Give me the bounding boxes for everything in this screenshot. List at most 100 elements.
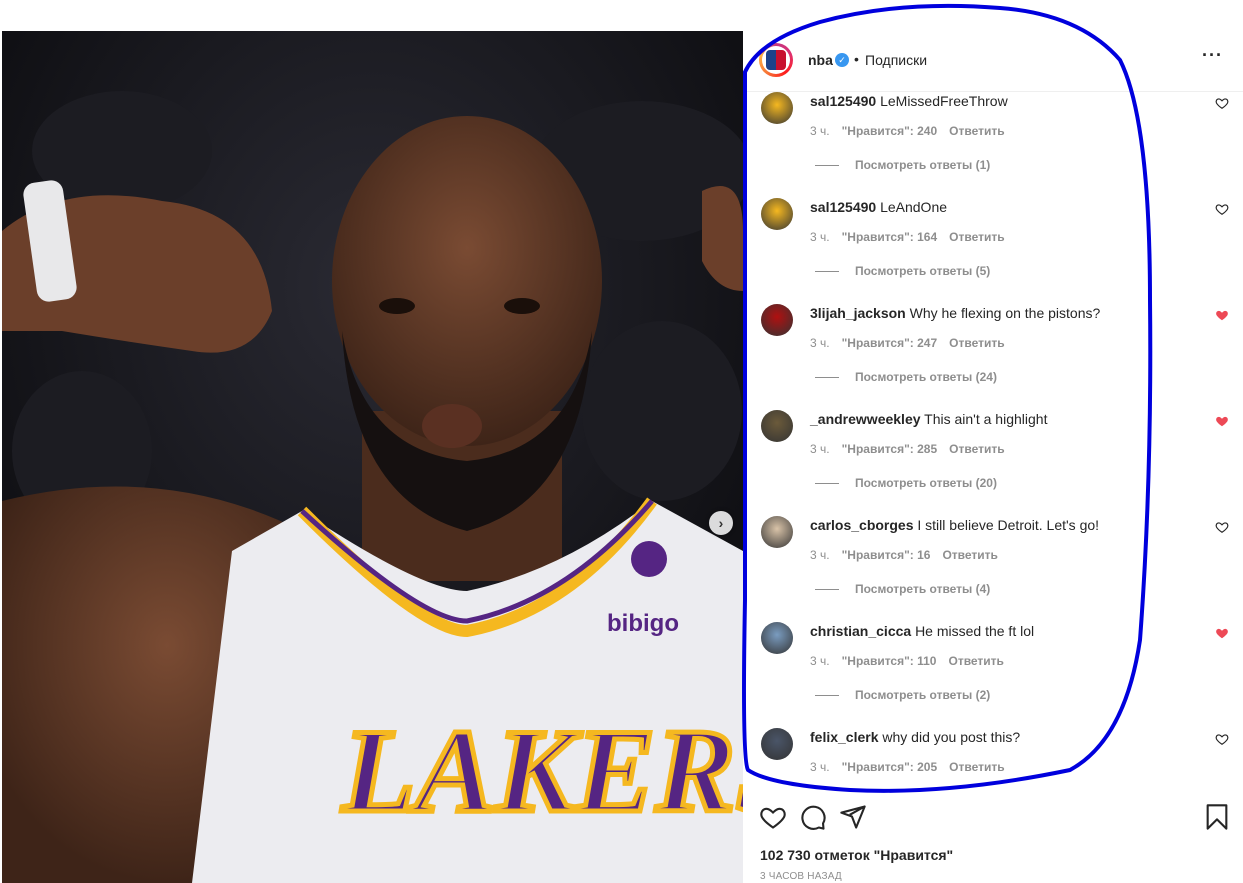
comment-body: This ain't a highlight — [924, 411, 1048, 427]
comment-text: _andrewweekley This ain't a highlight — [810, 410, 1047, 428]
comment-meta: 3 ч. "Нравится": 240 Ответить — [810, 124, 1017, 138]
follow-status-button[interactable]: Подписки — [865, 52, 927, 68]
action-bar — [743, 803, 1243, 843]
bookmark-icon[interactable] — [1203, 803, 1231, 831]
view-replies-label: Посмотреть ответы (5) — [855, 264, 991, 278]
reply-button[interactable]: Ответить — [949, 124, 1004, 138]
replies-line — [815, 695, 839, 697]
heart-icon[interactable] — [759, 803, 787, 831]
comment-likes[interactable]: "Нравится": 240 — [842, 124, 938, 138]
comments-list[interactable]: sal125490 LeMissedFreeThrow 3 ч. "Нравится… — [743, 92, 1243, 804]
comment-likes[interactable]: "Нравится": 205 — [842, 760, 938, 774]
avatar[interactable] — [761, 728, 793, 760]
comment-time: 3 ч. — [810, 336, 830, 350]
jersey-sponsor: bibigo — [607, 610, 679, 637]
share-icon[interactable] — [839, 803, 867, 831]
comment-username[interactable]: sal125490 — [810, 199, 876, 215]
comment-username[interactable]: 3lijah_jackson — [810, 305, 906, 321]
comment-meta: 3 ч. "Нравится": 164 Ответить — [810, 230, 1017, 244]
reply-button[interactable]: Ответить — [949, 760, 1004, 774]
comment-username[interactable]: sal125490 — [810, 93, 876, 109]
comment-body: why did you post this? — [882, 729, 1021, 745]
heart-icon[interactable] — [1215, 96, 1229, 110]
comment-body: LeMissedFreeThrow — [880, 93, 1008, 109]
replies-line — [815, 377, 839, 379]
reply-button[interactable]: Ответить — [949, 336, 1004, 350]
view-replies-label: Посмотреть ответы (2) — [855, 688, 991, 702]
comment-icon[interactable] — [799, 803, 827, 831]
reply-button[interactable]: Ответить — [949, 442, 1004, 456]
view-replies-button[interactable]: Посмотреть ответы (4) — [815, 582, 990, 596]
comment-time: 3 ч. — [810, 548, 830, 562]
view-replies-label: Посмотреть ответы (20) — [855, 476, 997, 490]
heart-icon[interactable] — [1215, 308, 1229, 322]
comment-meta: 3 ч. "Нравится": 205 Ответить — [810, 760, 1017, 774]
reply-button[interactable]: Ответить — [948, 654, 1003, 668]
heart-icon[interactable] — [1215, 202, 1229, 216]
replies-line — [815, 271, 839, 273]
comment-username[interactable]: carlos_cborges — [810, 517, 914, 533]
comment-meta: 3 ч. "Нравится": 16 Ответить — [810, 548, 1010, 562]
heart-icon[interactable] — [1215, 520, 1229, 534]
comment-likes[interactable]: "Нравится": 164 — [842, 230, 938, 244]
post-time: 3 часов назад — [760, 871, 842, 882]
comment-likes[interactable]: "Нравится": 285 — [842, 442, 938, 456]
comment-text: 3lijah_jackson Why he flexing on the pis… — [810, 304, 1100, 322]
comment-text: sal125490 LeMissedFreeThrow — [810, 92, 1008, 110]
account-name[interactable]: nba — [808, 52, 833, 68]
post-photo: bibigo LAKERS › — [2, 31, 743, 883]
replies-line — [815, 483, 839, 485]
heart-icon[interactable] — [1215, 626, 1229, 640]
comment-time: 3 ч. — [810, 230, 830, 244]
comment-meta: 3 ч. "Нравится": 110 Ответить — [810, 654, 1016, 668]
heart-icon[interactable] — [1215, 732, 1229, 746]
comment-item: felix_clerk why did you post this? 3 ч. "Н… — [743, 728, 1243, 804]
post-header: nba ✓ • Подписки ··· — [743, 31, 1243, 92]
comment-meta: 3 ч. "Нравится": 285 Ответить — [810, 442, 1017, 456]
comment-meta: 3 ч. "Нравится": 247 Ответить — [810, 336, 1017, 350]
avatar[interactable] — [761, 304, 793, 336]
comment-text: felix_clerk why did you post this? — [810, 728, 1020, 746]
more-icon[interactable]: ··· — [1202, 45, 1223, 66]
heart-icon[interactable] — [1215, 414, 1229, 428]
comment-username[interactable]: _andrewweekley — [810, 411, 921, 427]
comment-item: _andrewweekley This ain't a highlight 3 ч… — [743, 410, 1243, 516]
chevron-right-icon[interactable]: › — [709, 511, 733, 535]
comment-body: I still believe Detroit. Let's go! — [917, 517, 1100, 533]
avatar[interactable] — [761, 198, 793, 230]
separator-dot: • — [854, 51, 859, 67]
avatar[interactable] — [761, 516, 793, 548]
view-replies-button[interactable]: Посмотреть ответы (20) — [815, 476, 997, 490]
comment-body: LeAndOne — [880, 199, 948, 215]
view-replies-button[interactable]: Посмотреть ответы (24) — [815, 370, 997, 384]
view-replies-button[interactable]: Посмотреть ответы (1) — [815, 158, 990, 172]
reply-button[interactable]: Ответить — [942, 548, 997, 562]
jersey-lettering: LAKERS — [341, 704, 743, 837]
view-replies-label: Посмотреть ответы (4) — [855, 582, 991, 596]
nba-logo-icon — [766, 50, 786, 70]
comment-username[interactable]: christian_cicca — [810, 623, 911, 639]
view-replies-button[interactable]: Посмотреть ответы (2) — [815, 688, 990, 702]
avatar[interactable] — [761, 92, 793, 124]
comment-text: sal125490 LeAndOne — [810, 198, 947, 216]
verified-icon: ✓ — [835, 53, 849, 67]
view-replies-button[interactable]: Посмотреть ответы (5) — [815, 264, 990, 278]
avatar[interactable] — [759, 43, 793, 77]
comment-body: He missed the ft lol — [915, 623, 1035, 639]
comment-likes[interactable]: "Нравится": 110 — [842, 654, 937, 668]
comment-username[interactable]: felix_clerk — [810, 729, 879, 745]
reply-button[interactable]: Ответить — [949, 230, 1004, 244]
comment-likes[interactable]: "Нравится": 16 — [842, 548, 931, 562]
view-replies-label: Посмотреть ответы (1) — [855, 158, 991, 172]
comment-item: 3lijah_jackson Why he flexing on the pis… — [743, 304, 1243, 410]
comment-body: Why he flexing on the pistons? — [909, 305, 1101, 321]
avatar[interactable] — [761, 410, 793, 442]
comment-time: 3 ч. — [810, 442, 830, 456]
comment-item: sal125490 LeAndOne 3 ч. "Нравится": 164 Отв… — [743, 198, 1243, 304]
comment-likes[interactable]: "Нравится": 247 — [842, 336, 938, 350]
likes-count[interactable]: 102 730 отметок "Нравится" — [760, 847, 953, 863]
avatar[interactable] — [761, 622, 793, 654]
comment-item: christian_cicca He missed the ft lol 3 ч.… — [743, 622, 1243, 728]
comment-item: sal125490 LeMissedFreeThrow 3 ч. "Нравится… — [743, 92, 1243, 198]
view-replies-label: Посмотреть ответы (24) — [855, 370, 997, 384]
